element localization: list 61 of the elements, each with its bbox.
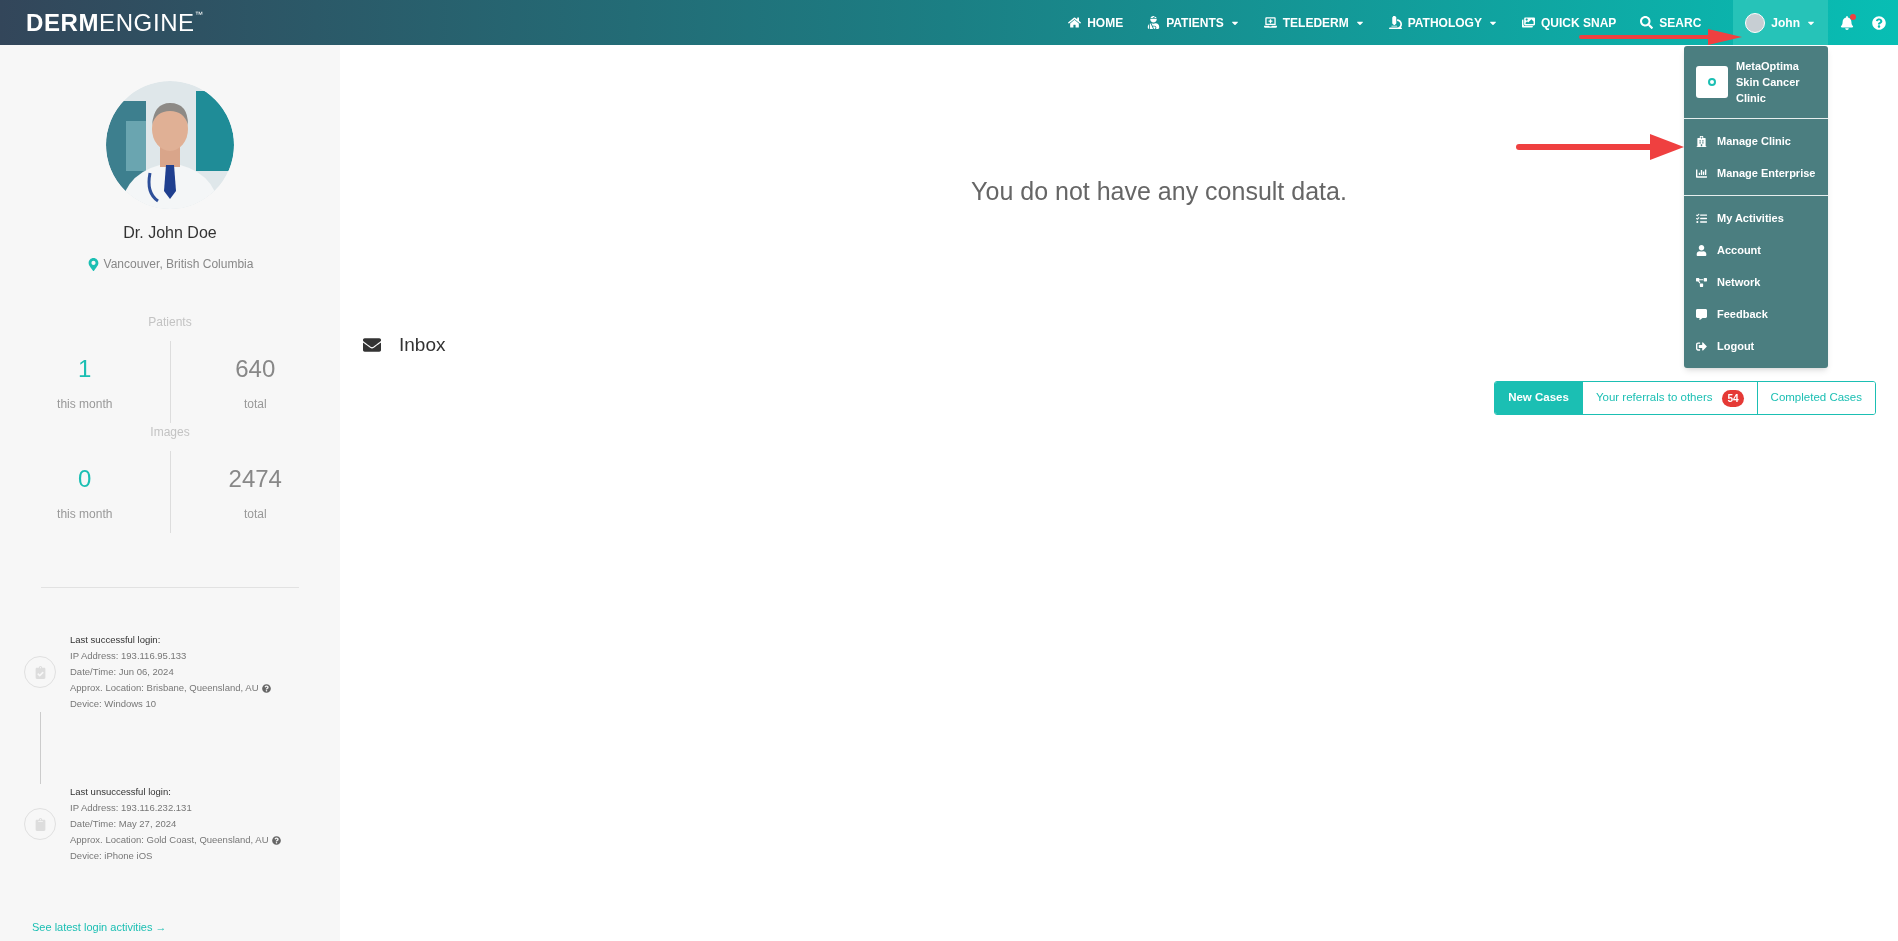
menu-item[interactable]: My Activities bbox=[1684, 202, 1828, 234]
menu-item[interactable]: Network bbox=[1684, 266, 1828, 298]
nav-link[interactable]: QUICK SNAP bbox=[1521, 13, 1617, 32]
login-activities-link[interactable]: See latest login activities → bbox=[32, 918, 167, 935]
stat-value: 640 bbox=[235, 354, 276, 384]
envelope-icon bbox=[363, 335, 381, 354]
list-icon bbox=[1696, 212, 1707, 224]
person-icon bbox=[1696, 244, 1707, 256]
nav-link[interactable]: TELEDERM bbox=[1263, 13, 1365, 32]
login-detail: IP Address: 193.116.95.133 bbox=[70, 649, 187, 663]
inbox-heading: Inbox bbox=[399, 332, 446, 357]
login-detail: Last unsuccessful login: bbox=[70, 785, 171, 799]
doctor-name: Dr. John Doe bbox=[123, 223, 217, 243]
user-menu-button[interactable]: John bbox=[1733, 0, 1828, 45]
nav-link[interactable]: PATHOLOGY bbox=[1388, 13, 1498, 32]
microscope-icon bbox=[1388, 16, 1402, 29]
help-icon[interactable] bbox=[261, 683, 271, 693]
menu-item[interactable]: Manage Enterprise bbox=[1684, 157, 1828, 189]
stat-label: this month bbox=[57, 396, 113, 413]
search-icon bbox=[1640, 16, 1654, 29]
menu-item[interactable]: Logout bbox=[1684, 330, 1828, 362]
chat-icon bbox=[1696, 308, 1707, 320]
monitor-icon bbox=[1263, 16, 1277, 29]
avatar-icon bbox=[1745, 12, 1766, 33]
location: Vancouver, British Columbia bbox=[103, 256, 254, 273]
empty-state-message: You do not have any consult data. bbox=[971, 176, 1347, 207]
stat-value: 1 bbox=[78, 354, 92, 384]
login-detail: Date/Time: Jun 06, 2024 bbox=[70, 665, 174, 679]
nav-link[interactable]: SEARC bbox=[1640, 13, 1702, 32]
person-icon bbox=[1147, 16, 1161, 29]
network-icon bbox=[1696, 276, 1707, 288]
menu-item[interactable]: Manage Clinic bbox=[1684, 125, 1828, 157]
tab[interactable]: New Cases bbox=[1495, 382, 1582, 414]
nav-link[interactable]: HOME bbox=[1068, 13, 1124, 32]
login-detail: Device: Windows 10 bbox=[70, 697, 157, 711]
stat-label: total bbox=[243, 506, 267, 523]
menu-item[interactable]: Account bbox=[1684, 234, 1828, 266]
login-detail: Approx. Location: Brisbane, Queensland, AU bbox=[70, 681, 259, 695]
help-icon[interactable] bbox=[271, 835, 281, 845]
logout-icon bbox=[1696, 340, 1707, 352]
login-detail: Device: iPhone iOS bbox=[70, 849, 153, 863]
clinic-name: MetaOptima Skin Cancer Clinic bbox=[1736, 59, 1801, 106]
bar-chart-icon bbox=[1696, 167, 1707, 179]
menu-item[interactable]: Feedback bbox=[1684, 298, 1828, 330]
bell-icon[interactable] bbox=[1840, 15, 1854, 30]
login-detail: Last successful login: bbox=[70, 633, 161, 647]
photos-icon bbox=[1521, 16, 1535, 29]
login-detail: IP Address: 193.116.232.131 bbox=[70, 801, 192, 815]
stat-label: total bbox=[243, 396, 267, 413]
home-icon bbox=[1068, 16, 1082, 29]
stat-value: 2474 bbox=[228, 464, 282, 494]
nav-link[interactable]: PATIENTS bbox=[1147, 13, 1240, 32]
clinic-logo-icon bbox=[1696, 66, 1728, 98]
tab[interactable]: Completed Cases bbox=[1756, 382, 1875, 414]
count-badge: 54 bbox=[1722, 389, 1744, 407]
logo[interactable]: DERMENGINE™ bbox=[26, 4, 204, 41]
location-pin-icon bbox=[86, 257, 100, 271]
stat-value: 0 bbox=[78, 464, 92, 494]
stat-label: this month bbox=[57, 506, 113, 523]
login-detail: Date/Time: May 27, 2024 bbox=[70, 817, 177, 831]
login-detail: Approx. Location: Gold Coast, Queensland, AU bbox=[70, 833, 269, 847]
